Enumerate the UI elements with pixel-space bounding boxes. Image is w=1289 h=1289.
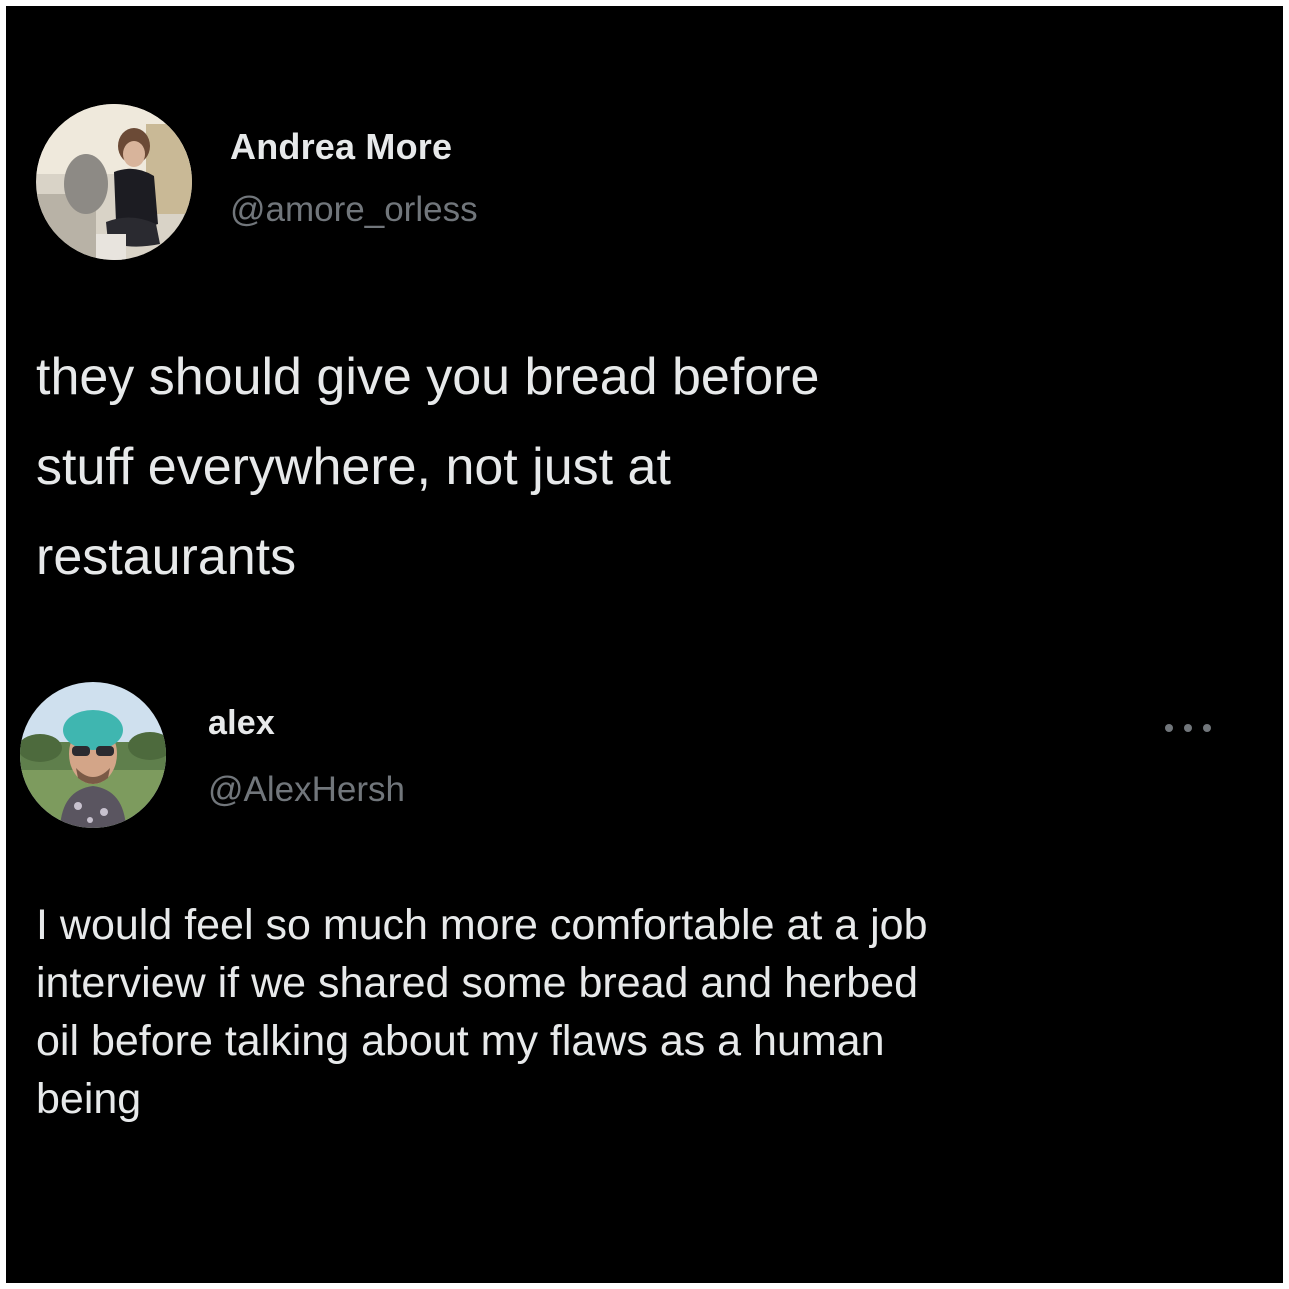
more-dot	[1184, 724, 1192, 732]
avatar-alex-image	[20, 682, 166, 828]
more-dot	[1203, 724, 1211, 732]
more-dot	[1165, 724, 1173, 732]
author-name[interactable]: alex	[208, 704, 275, 743]
author-handle[interactable]: @AlexHersh	[208, 770, 405, 810]
avatar-alex[interactable]	[20, 682, 166, 828]
author-handle[interactable]: @amore_orless	[230, 190, 478, 230]
avatar-andrea[interactable]	[36, 104, 192, 260]
tweet-text: they should give you bread before stuff …	[36, 348, 820, 586]
screenshot-canvas: Andrea More @amore_orless they should gi…	[6, 6, 1283, 1283]
avatar-andrea-image	[36, 104, 192, 260]
tweet-text: I would feel so much more comfortable at…	[36, 901, 928, 1123]
more-options-icon[interactable]	[1165, 722, 1211, 734]
author-name[interactable]: Andrea More	[230, 126, 452, 168]
tweet-andrea[interactable]: Andrea More @amore_orless they should gi…	[6, 6, 1283, 656]
tweet-alex[interactable]: alex @AlexHersh I would feel so much mor…	[6, 656, 1283, 1283]
